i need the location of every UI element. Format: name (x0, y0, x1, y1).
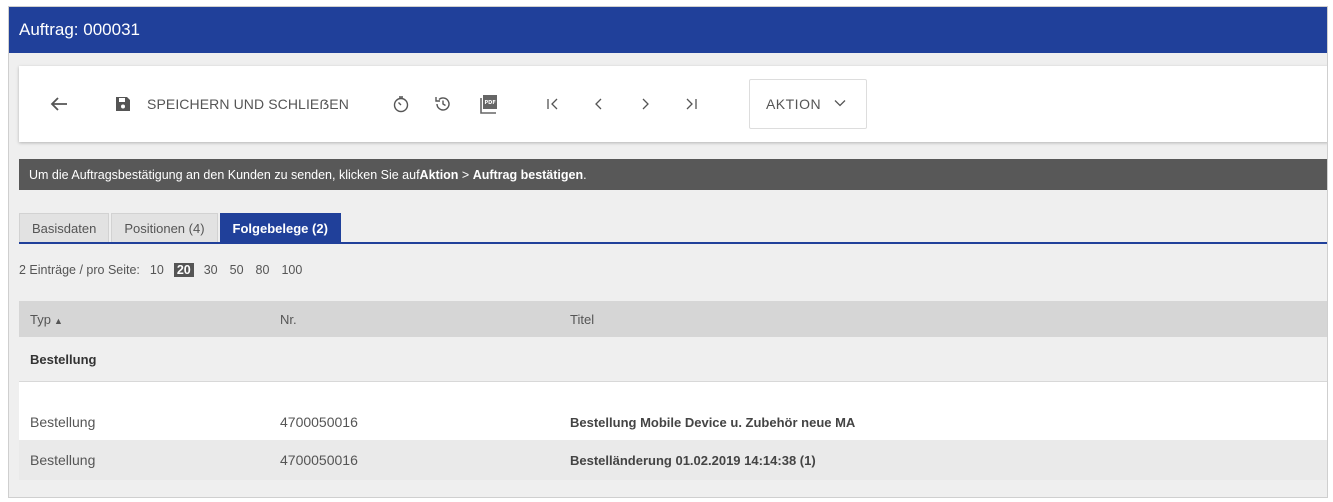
last-page-icon[interactable] (679, 92, 703, 116)
history-icon[interactable] (431, 92, 455, 116)
tab-basisdaten[interactable]: Basisdaten (19, 213, 110, 242)
tab-underline (19, 242, 1327, 244)
first-page-icon[interactable] (541, 92, 565, 116)
next-page-icon[interactable] (633, 92, 657, 116)
cell-typ: Bestellung (30, 452, 96, 468)
pdf-icon[interactable]: PDF (477, 92, 501, 116)
cell-nr: 4700050016 (280, 414, 358, 430)
svg-text:PDF: PDF (484, 100, 495, 106)
tab-bar: Basisdaten Positionen (4) Folgebelege (2… (19, 213, 343, 242)
cell-titel: Bestellung Mobile Device u. Zubehör neue… (570, 414, 856, 430)
page-size-option-80[interactable]: 80 (254, 263, 272, 277)
toolbar: SPEICHERN UND SCHLIEẞEN PDF AKTION (19, 66, 1327, 142)
cell-titel: Bestelländerung 01.02.2019 14:14:38 (1) (570, 452, 816, 468)
column-header-typ[interactable]: Typ ▲ (19, 312, 269, 327)
save-icon (111, 92, 135, 116)
column-header-typ-label: Typ (30, 311, 51, 327)
save-and-close-button[interactable]: SPEICHERN UND SCHLIEẞEN (111, 92, 349, 116)
page-size-option-30[interactable]: 30 (202, 263, 220, 277)
entries-count-label: 2 Einträge / pro Seite: (19, 263, 140, 277)
prev-page-icon[interactable] (587, 92, 611, 116)
page-size-option-10[interactable]: 10 (148, 263, 166, 277)
tab-folgebelege[interactable]: Folgebelege (2) (219, 213, 341, 242)
page-size-option-100[interactable]: 100 (279, 263, 304, 277)
chevron-down-icon (833, 96, 847, 113)
group-header: Bestellung (19, 337, 1327, 382)
info-action-link: Aktion (419, 167, 459, 182)
info-text: Um die Auftragsbestätigung an den Kunden… (29, 167, 420, 182)
table-header: Typ ▲ Nr. Titel (19, 301, 1327, 337)
window-title: Auftrag: 000031 (9, 7, 1327, 53)
info-suffix: . (583, 167, 587, 182)
page-size-option-50[interactable]: 50 (228, 263, 246, 277)
page-size-option-20[interactable]: 20 (173, 263, 194, 277)
table-row[interactable]: Bestellung 4700050016 Bestelländerung 01… (19, 440, 1327, 480)
info-separator: > (458, 167, 473, 182)
table-row[interactable]: Bestellung 4700050016 Bestellung Mobile … (19, 382, 1327, 440)
cell-nr: 4700050016 (280, 452, 358, 468)
documents-table: Typ ▲ Nr. Titel Bestellung Bestellung 470… (19, 301, 1327, 480)
info-confirm-link: Auftrag bestätigen (472, 167, 584, 182)
action-dropdown-label: AKTION (765, 96, 822, 112)
app-window: Auftrag: 000031 SPEICHERN UND SCHLIEẞEN … (8, 6, 1328, 498)
action-dropdown[interactable]: AKTION (748, 79, 867, 129)
info-message: Um die Auftragsbestätigung an den Kunden… (19, 159, 1327, 190)
save-and-close-label: SPEICHERN UND SCHLIEẞEN (147, 96, 349, 112)
column-header-nr[interactable]: Nr. (269, 312, 559, 327)
tab-positionen[interactable]: Positionen (4) (111, 213, 218, 242)
timer-icon[interactable] (389, 92, 413, 116)
back-arrow-icon[interactable] (47, 92, 71, 116)
column-header-titel[interactable]: Titel (559, 312, 1327, 327)
sort-up-icon: ▲ (53, 315, 63, 326)
cell-typ: Bestellung (30, 414, 96, 430)
page-size-selector: 2 Einträge / pro Seite: 10 20 30 50 80 1… (19, 263, 304, 277)
